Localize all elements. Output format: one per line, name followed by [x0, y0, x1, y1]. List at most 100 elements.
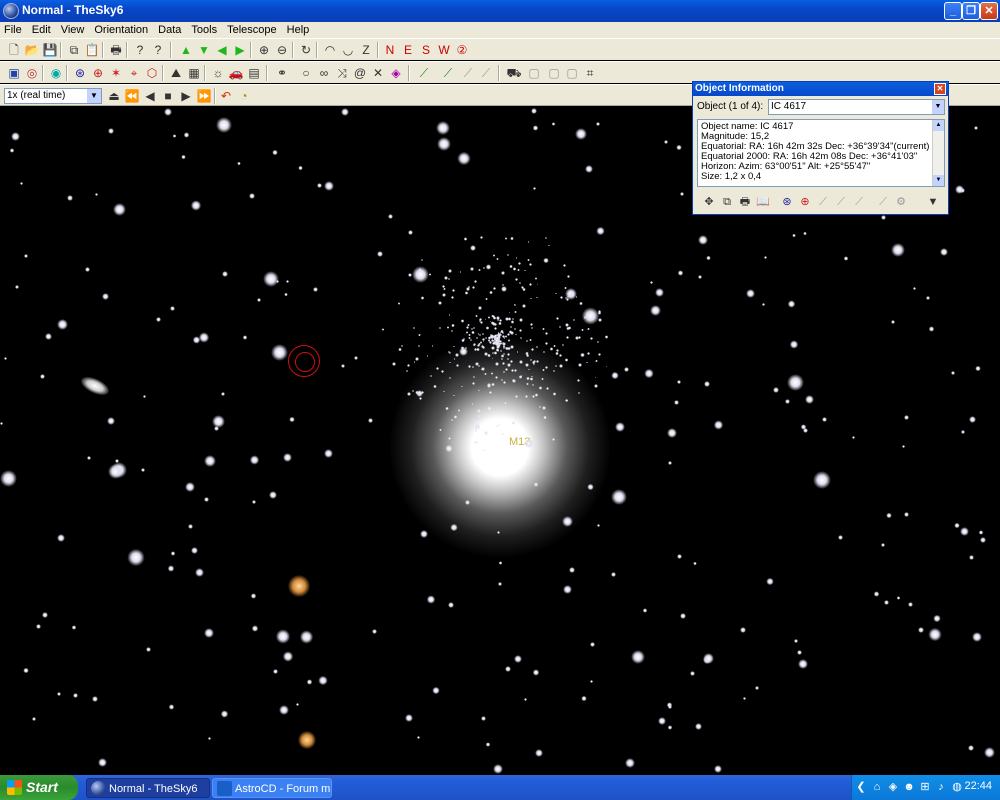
telescope-slew-icon[interactable]: ⟋ [460, 65, 476, 81]
telescope-link-icon[interactable]: ⟋ [833, 194, 849, 210]
orange-star[interactable] [298, 731, 316, 749]
object-select[interactable]: IC 4617 ▼ [768, 99, 945, 115]
close-icon[interactable]: ✕ [934, 83, 946, 95]
settings-icon[interactable]: ⚙ [893, 194, 909, 210]
zoom-in-icon[interactable]: ⊕ [256, 42, 272, 58]
photo-icon[interactable]: ▦ [186, 65, 202, 81]
telescope-sync-icon[interactable]: ⟋ [875, 194, 891, 210]
start-button[interactable]: Start [0, 775, 78, 800]
chat-icon[interactable]: ☻ [902, 780, 916, 794]
minimize-button[interactable]: _ [944, 2, 962, 20]
antivirus-icon[interactable]: ⊞ [918, 780, 932, 794]
selected-object-marker[interactable] [288, 345, 320, 377]
crop-icon[interactable]: ⌗ [582, 65, 598, 81]
figure-icon[interactable]: ⌖ [126, 65, 142, 81]
chevron-down-icon[interactable]: ▼ [87, 89, 101, 103]
camera-take-icon[interactable]: ▢ [526, 65, 542, 81]
camera-icon[interactable]: ▤ [246, 65, 262, 81]
undo-icon[interactable]: ↶ [218, 88, 234, 104]
bookmark-icon[interactable]: ◈ [388, 65, 404, 81]
binoculars-icon[interactable]: ⚭ [274, 65, 290, 81]
west-icon[interactable]: W [436, 42, 452, 58]
details-scrollbar[interactable]: ▲ ▼ [932, 120, 944, 186]
menu-telescope[interactable]: Telescope [223, 22, 281, 38]
context-help-icon[interactable]: ? [150, 42, 166, 58]
taskbar-item-thesky[interactable]: Normal - TheSky6 [86, 778, 210, 798]
constellation-icon[interactable]: ✶ [108, 65, 124, 81]
boundary-icon[interactable]: ⬡ [144, 65, 160, 81]
north-icon[interactable]: N [382, 42, 398, 58]
new-icon[interactable]: 🗋 [6, 42, 22, 58]
camera-control-icon[interactable]: ⛟ [506, 65, 522, 81]
move-up-icon[interactable]: ▲ [178, 42, 194, 58]
ellipse-icon[interactable]: ◎ [24, 65, 40, 81]
menu-data[interactable]: Data [154, 22, 185, 38]
center-icon[interactable]: ✥ [701, 194, 717, 210]
print-icon[interactable]: 🖶 [108, 42, 124, 58]
rewind-icon[interactable]: ⏪ [124, 88, 140, 104]
help-icon[interactable]: ? [132, 42, 148, 58]
copy-icon[interactable]: ⧉ [719, 194, 735, 210]
clock-icon[interactable]: ◔ [236, 88, 252, 104]
camera-settings-icon[interactable]: ▢ [564, 65, 580, 81]
print-icon[interactable]: 🖶 [737, 194, 753, 210]
swap-icon[interactable]: ⤨ [334, 65, 350, 81]
menu-edit[interactable]: Edit [28, 22, 55, 38]
time-speed-select[interactable]: 1x (real time) ▼ [4, 88, 102, 104]
network-icon[interactable]: ⌂ [870, 780, 884, 794]
menu-file[interactable]: File [0, 22, 26, 38]
security-icon[interactable]: ◈ [886, 780, 900, 794]
eject-icon[interactable]: ⏏ [106, 88, 122, 104]
landscape-icon[interactable]: ⛰ [168, 65, 184, 81]
star-toggle-icon[interactable]: ○ [298, 65, 314, 81]
south-icon[interactable]: S [418, 42, 434, 58]
menu-view[interactable]: View [57, 22, 89, 38]
galaxy[interactable] [78, 373, 112, 399]
paste-icon[interactable]: 📋 [84, 42, 100, 58]
meridian-icon[interactable]: ◡ [340, 42, 356, 58]
horizon-icon[interactable]: ◠ [322, 42, 338, 58]
east-icon[interactable]: E [400, 42, 416, 58]
menu-orientation[interactable]: Orientation [90, 22, 152, 38]
globe-icon[interactable]: ⊕ [797, 194, 813, 210]
taskbar-item-astrocd[interactable]: AstroCD - Forum milo... [212, 778, 332, 798]
fast-forward-icon[interactable]: ⏩ [196, 88, 212, 104]
link-icon[interactable]: ∞ [316, 65, 332, 81]
step-back-icon[interactable]: ◀ [142, 88, 158, 104]
move-right-icon[interactable]: ▶ [232, 42, 248, 58]
maximize-button[interactable]: ❐ [962, 2, 980, 20]
telescope-icon[interactable]: ⟋ [416, 65, 432, 81]
spiral-icon[interactable]: @ [352, 65, 368, 81]
step-forward-icon[interactable]: ▶ [178, 88, 194, 104]
grid-icon[interactable]: ⊛ [779, 194, 795, 210]
open-icon[interactable]: 📂 [24, 42, 40, 58]
menu-tools[interactable]: Tools [187, 22, 221, 38]
chart-icon[interactable]: ▣ [6, 65, 22, 81]
app-icon[interactable] [3, 3, 19, 19]
planet-icon[interactable]: ◉ [48, 65, 64, 81]
telescope-icon[interactable]: ⟋ [815, 194, 831, 210]
scroll-down-icon[interactable]: ▼ [933, 175, 944, 186]
rotate-icon[interactable]: ↻ [298, 42, 314, 58]
car-icon[interactable]: 🚗 [228, 65, 244, 81]
grid-icon[interactable]: ⊛ [72, 65, 88, 81]
volume-icon[interactable]: ♪ [934, 780, 948, 794]
tray-arrow-icon[interactable]: ❮ [854, 780, 868, 794]
scroll-up-icon[interactable]: ▲ [933, 120, 944, 131]
globular-cluster-m13[interactable] [390, 332, 610, 562]
update-icon[interactable]: ◍ [950, 780, 964, 794]
move-left-icon[interactable]: ◀ [214, 42, 230, 58]
copy-icon[interactable]: ⧉ [66, 42, 82, 58]
telescope-slew-icon[interactable]: ⟋ [851, 194, 867, 210]
book-icon[interactable]: 📖 [755, 194, 771, 210]
camera-stop-icon[interactable]: ▢ [546, 65, 562, 81]
close-button[interactable]: ✕ [980, 2, 998, 20]
stop-icon[interactable]: ■ [160, 88, 176, 104]
orange-star[interactable] [288, 575, 310, 597]
cross-icon[interactable]: ✕ [370, 65, 386, 81]
menu-help[interactable]: Help [283, 22, 314, 38]
sun-icon[interactable]: ☼ [210, 65, 226, 81]
expand-icon[interactable]: ▼ [925, 194, 941, 210]
telescope-sync-icon[interactable]: ⟋ [478, 65, 494, 81]
telescope-link-icon[interactable]: ⟋ [440, 65, 456, 81]
